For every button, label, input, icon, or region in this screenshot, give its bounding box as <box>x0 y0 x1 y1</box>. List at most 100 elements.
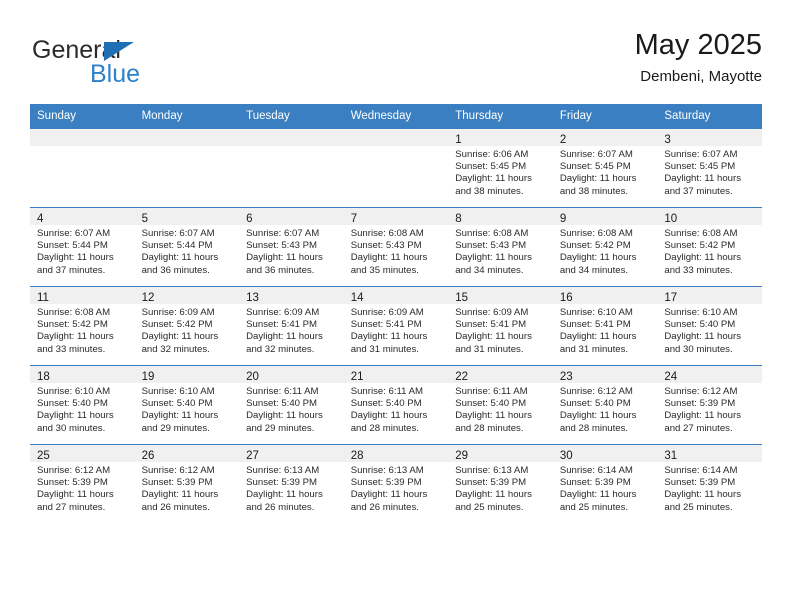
day-cell-inner[interactable]: 10 Sunrise: 6:08 AM Sunset: 5:42 PM Dayligh… <box>657 208 762 286</box>
day-cell-inner[interactable]: 7 Sunrise: 6:08 AM Sunset: 5:43 PM Daylight… <box>343 208 449 286</box>
day-cell-inner[interactable]: 19 Sunrise: 6:10 AM Sunset: 5:40 PM Dayligh… <box>134 366 240 444</box>
daylight-text-line1: Daylight: 11 hours <box>141 489 219 501</box>
weekday-header-saturday: Saturday <box>657 104 762 129</box>
day-number: 22 <box>455 371 469 383</box>
day-cell-inner[interactable]: 29 Sunrise: 6:13 AM Sunset: 5:39 PM Dayligh… <box>448 445 553 523</box>
day-cell-inner[interactable]: 15 Sunrise: 6:09 AM Sunset: 5:41 PM Dayligh… <box>448 287 553 365</box>
sunset-text: Sunset: 5:40 PM <box>246 398 318 410</box>
day-cell-inner[interactable]: 8 Sunrise: 6:08 AM Sunset: 5:43 PM Daylight… <box>448 208 553 286</box>
day-cell-inner[interactable]: 1 Sunrise: 6:06 AM Sunset: 5:45 PM Daylight… <box>448 129 553 207</box>
sunset-text: Sunset: 5:40 PM <box>37 398 108 410</box>
day-cell-inner[interactable]: 31 Sunrise: 6:14 AM Sunset: 5:39 PM Dayligh… <box>657 445 762 523</box>
day-number-band <box>30 129 135 146</box>
day-cell-inner[interactable]: 3 Sunrise: 6:07 AM Sunset: 5:45 PM Daylight… <box>657 129 762 207</box>
day-cell-details: Sunrise: 6:07 AM Sunset: 5:43 PM Daylight:… <box>239 225 344 277</box>
calendar-day-cell: 6 Sunrise: 6:07 AM Sunset: 5:43 PM Daylight… <box>239 207 344 287</box>
sunset-text: Sunset: 5:39 PM <box>350 477 422 489</box>
day-cell-inner[interactable]: 20 Sunrise: 6:11 AM Sunset: 5:40 PM Dayligh… <box>239 366 344 444</box>
weekday-header-friday: Friday <box>552 104 658 129</box>
calendar-day-cell: 18 Sunrise: 6:10 AM Sunset: 5:40 PM Dayligh… <box>30 365 135 445</box>
day-number: 12 <box>141 292 155 304</box>
calendar-page: General Blue May 2025 Dembeni, Mayotte S… <box>0 0 792 612</box>
day-cell-details: Sunrise: 6:10 AM Sunset: 5:41 PM Daylight:… <box>553 304 658 356</box>
sunset-text: Sunset: 5:40 PM <box>350 398 422 410</box>
day-cell-inner[interactable]: 28 Sunrise: 6:13 AM Sunset: 5:39 PM Dayligh… <box>343 445 449 523</box>
day-cell-inner[interactable]: 14 Sunrise: 6:09 AM Sunset: 5:41 PM Dayligh… <box>343 287 449 365</box>
daylight-text-line2: and 36 minutes. <box>141 264 210 276</box>
calendar-week-row: 11 Sunrise: 6:08 AM Sunset: 5:42 PM Dayligh… <box>30 286 762 366</box>
daylight-text-line1: Daylight: 11 hours <box>664 410 741 422</box>
day-cell-details: Sunrise: 6:06 AM Sunset: 5:45 PM Daylight:… <box>448 146 553 198</box>
day-cell-inner[interactable]: 13 Sunrise: 6:09 AM Sunset: 5:41 PM Dayligh… <box>239 287 344 365</box>
day-cell-inner[interactable]: 30 Sunrise: 6:14 AM Sunset: 5:39 PM Dayligh… <box>552 445 658 523</box>
sunrise-text: Sunrise: 6:09 AM <box>141 307 215 318</box>
sunrise-text: Sunrise: 6:08 AM <box>37 307 111 318</box>
calendar-day-cell: 26 Sunrise: 6:12 AM Sunset: 5:39 PM Dayligh… <box>134 444 240 523</box>
sunrise-text: Sunrise: 6:13 AM <box>455 465 529 476</box>
daylight-text-line2: and 25 minutes. <box>559 501 629 513</box>
sunrise-text: Sunrise: 6:07 AM <box>664 149 738 160</box>
day-number-band: 31 <box>657 445 762 462</box>
day-number: 31 <box>664 450 678 462</box>
calendar-day-cell: 31 Sunrise: 6:14 AM Sunset: 5:39 PM Dayligh… <box>657 444 762 523</box>
day-cell-inner[interactable]: 17 Sunrise: 6:10 AM Sunset: 5:40 PM Dayligh… <box>657 287 762 365</box>
daylight-text-line1: Daylight: 11 hours <box>37 410 114 422</box>
daylight-text-line2: and 26 minutes. <box>141 501 210 513</box>
general-blue-logo[interactable]: General Blue <box>30 36 210 92</box>
day-cell-inner[interactable]: 27 Sunrise: 6:13 AM Sunset: 5:39 PM Dayligh… <box>239 445 344 523</box>
day-cell-inner[interactable]: 4 Sunrise: 6:07 AM Sunset: 5:44 PM Daylight… <box>30 208 135 286</box>
day-cell-details: Sunrise: 6:11 AM Sunset: 5:40 PM Daylight:… <box>344 383 449 435</box>
calendar-day-cell: 17 Sunrise: 6:10 AM Sunset: 5:40 PM Dayligh… <box>657 286 762 366</box>
sunrise-text: Sunrise: 6:12 AM <box>37 465 111 476</box>
calendar-day-cell: 29 Sunrise: 6:13 AM Sunset: 5:39 PM Dayligh… <box>448 444 553 523</box>
sunset-text: Sunset: 5:39 PM <box>246 477 318 489</box>
sunrise-text: Sunrise: 6:10 AM <box>664 307 738 318</box>
day-cell-details: Sunrise: 6:12 AM Sunset: 5:40 PM Daylight:… <box>553 383 658 435</box>
day-cell-inner[interactable]: 6 Sunrise: 6:07 AM Sunset: 5:43 PM Daylight… <box>239 208 344 286</box>
day-cell-inner[interactable]: 24 Sunrise: 6:12 AM Sunset: 5:39 PM Dayligh… <box>657 366 762 444</box>
day-cell-inner[interactable]: 2 Sunrise: 6:07 AM Sunset: 5:45 PM Daylight… <box>552 129 658 207</box>
sunset-text: Sunset: 5:39 PM <box>141 477 213 489</box>
calendar-body: 1 Sunrise: 6:06 AM Sunset: 5:45 PM Daylight… <box>30 128 762 523</box>
day-cell-inner[interactable]: 22 Sunrise: 6:11 AM Sunset: 5:40 PM Dayligh… <box>448 366 553 444</box>
day-number: 20 <box>246 371 259 383</box>
calendar-day-cell: 3 Sunrise: 6:07 AM Sunset: 5:45 PM Daylight… <box>657 128 762 208</box>
day-cell-inner[interactable]: 21 Sunrise: 6:11 AM Sunset: 5:40 PM Dayligh… <box>343 366 449 444</box>
day-number: 30 <box>559 450 573 462</box>
day-cell-details: Sunrise: 6:13 AM Sunset: 5:39 PM Daylight:… <box>239 462 344 514</box>
page-title: May 2025 <box>634 29 762 61</box>
day-cell-inner[interactable]: 18 Sunrise: 6:10 AM Sunset: 5:40 PM Dayligh… <box>30 366 135 444</box>
day-number-band <box>239 129 344 146</box>
day-cell-inner[interactable]: 12 Sunrise: 6:09 AM Sunset: 5:42 PM Dayligh… <box>134 287 240 365</box>
day-number-band <box>134 129 240 146</box>
day-cell-inner[interactable]: 5 Sunrise: 6:07 AM Sunset: 5:44 PM Daylight… <box>134 208 240 286</box>
day-cell-inner[interactable]: 25 Sunrise: 6:12 AM Sunset: 5:39 PM Dayligh… <box>30 445 135 523</box>
day-cell-inner[interactable]: 23 Sunrise: 6:12 AM Sunset: 5:40 PM Dayligh… <box>552 366 658 444</box>
day-cell-details: Sunrise: 6:09 AM Sunset: 5:41 PM Daylight:… <box>239 304 344 356</box>
day-number: 25 <box>37 450 50 462</box>
day-cell-inner[interactable]: 26 Sunrise: 6:12 AM Sunset: 5:39 PM Dayligh… <box>134 445 240 523</box>
day-number-band: 18 <box>30 366 135 383</box>
sunrise-text: Sunrise: 6:07 AM <box>246 228 320 239</box>
day-cell-inner[interactable]: 11 Sunrise: 6:08 AM Sunset: 5:42 PM Dayligh… <box>30 287 135 365</box>
daylight-text-line2: and 31 minutes. <box>350 343 419 355</box>
calendar-week-row: 25 Sunrise: 6:12 AM Sunset: 5:39 PM Dayligh… <box>30 444 762 523</box>
day-number-band: 25 <box>30 445 135 462</box>
day-cell-details: Sunrise: 6:09 AM Sunset: 5:41 PM Daylight:… <box>344 304 449 356</box>
daylight-text-line2: and 38 minutes. <box>559 185 629 197</box>
calendar-day-cell: 15 Sunrise: 6:09 AM Sunset: 5:41 PM Dayligh… <box>448 286 553 366</box>
calendar-day-cell: 19 Sunrise: 6:10 AM Sunset: 5:40 PM Dayligh… <box>134 365 240 445</box>
day-cell-inner[interactable]: 16 Sunrise: 6:10 AM Sunset: 5:41 PM Dayligh… <box>552 287 658 365</box>
daylight-text-line2: and 28 minutes. <box>350 422 419 434</box>
day-cell-details: Sunrise: 6:12 AM Sunset: 5:39 PM Daylight:… <box>135 462 240 514</box>
calendar-day-cell: 13 Sunrise: 6:09 AM Sunset: 5:41 PM Dayligh… <box>239 286 344 366</box>
location-subtitle: Dembeni, Mayotte <box>640 68 762 85</box>
daylight-text-line1: Daylight: 11 hours <box>141 252 219 264</box>
day-cell-details: Sunrise: 6:07 AM Sunset: 5:45 PM Daylight:… <box>657 146 762 198</box>
sunrise-text: Sunrise: 6:10 AM <box>559 307 633 318</box>
daylight-text-line2: and 36 minutes. <box>246 264 315 276</box>
daylight-text-line2: and 33 minutes. <box>664 264 733 276</box>
calendar-week-row: 4 Sunrise: 6:07 AM Sunset: 5:44 PM Daylight… <box>30 207 762 287</box>
day-cell-inner[interactable]: 9 Sunrise: 6:08 AM Sunset: 5:42 PM Daylight… <box>552 208 658 286</box>
calendar-cell-empty <box>30 128 135 208</box>
